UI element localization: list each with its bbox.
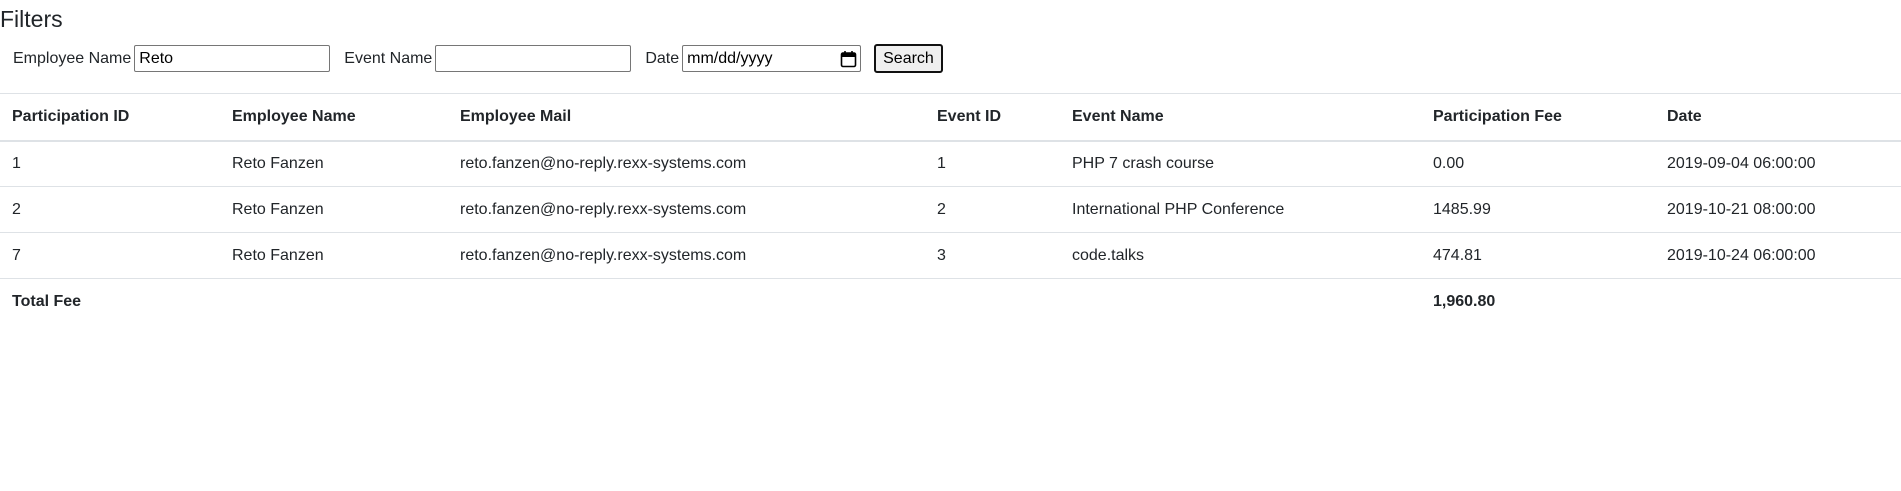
cell-participation-id: 7 xyxy=(12,246,21,264)
cell-date: 2019-10-24 06:00:00 xyxy=(1667,246,1816,264)
cell-employee-name: Reto Fanzen xyxy=(232,154,324,172)
event-name-input[interactable] xyxy=(435,45,632,72)
date-label: Date xyxy=(645,49,680,67)
cell-participation-fee: 1485.99 xyxy=(1433,200,1491,218)
calendar-icon[interactable] xyxy=(840,50,857,68)
header-participation-id: Participation ID xyxy=(12,107,130,125)
cell-employee-mail: reto.fanzen@no-reply.rexx-systems.com xyxy=(460,154,747,172)
table-row: 7 Reto Fanzen reto.fanzen@no-reply.rexx-… xyxy=(0,233,1901,279)
cell-employee-mail: reto.fanzen@no-reply.rexx-systems.com xyxy=(460,200,747,218)
cell-event-name: PHP 7 crash course xyxy=(1072,154,1214,172)
cell-event-id: 1 xyxy=(937,154,946,172)
cell-employee-mail: reto.fanzen@no-reply.rexx-systems.com xyxy=(460,246,747,264)
event-name-label: Event Name xyxy=(344,49,433,67)
cell-event-id: 3 xyxy=(937,246,946,264)
header-date: Date xyxy=(1667,107,1702,125)
participations-table: Participation ID Employee Name Employee … xyxy=(0,93,1901,325)
cell-event-name: International PHP Conference xyxy=(1072,200,1285,218)
cell-participation-id: 1 xyxy=(12,154,21,172)
cell-participation-fee: 474.81 xyxy=(1433,246,1482,264)
cell-employee-name: Reto Fanzen xyxy=(232,200,324,218)
header-employee-name: Employee Name xyxy=(232,107,356,125)
employee-name-label: Employee Name xyxy=(13,49,132,67)
header-employee-mail: Employee Mail xyxy=(460,107,572,125)
date-input[interactable]: mm/dd/yyyy xyxy=(682,45,862,72)
search-button[interactable]: Search xyxy=(874,44,943,73)
total-fee-value: 1,960.80 xyxy=(1433,292,1496,310)
cell-event-name: code.talks xyxy=(1072,246,1145,264)
total-fee-label: Total Fee xyxy=(12,292,82,310)
cell-date: 2019-09-04 06:00:00 xyxy=(1667,154,1816,172)
table-row: 1 Reto Fanzen reto.fanzen@no-reply.rexx-… xyxy=(0,141,1901,187)
filter-form: Employee Name Event Name Date mm/dd/yyyy… xyxy=(13,43,943,74)
header-event-id: Event ID xyxy=(937,107,1002,125)
cell-participation-fee: 0.00 xyxy=(1433,154,1465,172)
cell-participation-id: 2 xyxy=(12,200,21,218)
cell-date: 2019-10-21 08:00:00 xyxy=(1667,200,1816,218)
filters-title: Filters xyxy=(0,6,63,32)
header-event-name: Event Name xyxy=(1072,107,1164,125)
table-header-row: Participation ID Employee Name Employee … xyxy=(0,93,1901,141)
cell-event-id: 2 xyxy=(937,200,946,218)
header-participation-fee: Participation Fee xyxy=(1433,107,1562,125)
date-placeholder: mm/dd/yyyy xyxy=(687,49,773,67)
table-row: 2 Reto Fanzen reto.fanzen@no-reply.rexx-… xyxy=(0,187,1901,233)
cell-employee-name: Reto Fanzen xyxy=(232,246,324,264)
employee-name-input[interactable] xyxy=(134,45,331,72)
table-footer-row: Total Fee 1,960.80 xyxy=(0,279,1901,325)
